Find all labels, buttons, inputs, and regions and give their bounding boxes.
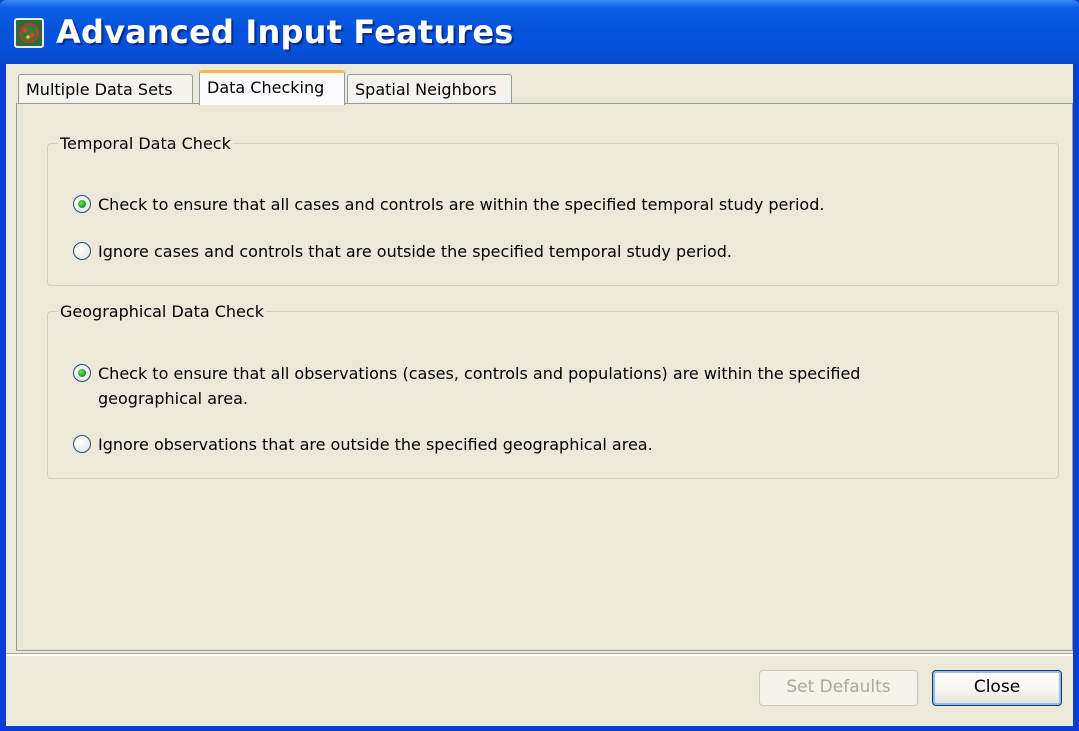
radio-unselected-icon[interactable] [73, 435, 91, 453]
geographical-data-check-group: Geographical Data Check Check to ensure … [47, 302, 1059, 479]
set-defaults-button[interactable]: Set Defaults [759, 670, 918, 706]
close-button[interactable]: Close [932, 670, 1062, 706]
tab-data-checking[interactable]: Data Checking [199, 70, 345, 105]
geographical-ignore-radio-option[interactable]: Ignore observations that are outside the… [73, 432, 653, 457]
app-icon[interactable] [14, 18, 44, 48]
temporal-check-label: Check to ensure that all cases and contr… [98, 195, 825, 214]
temporal-check-radio-option[interactable]: Check to ensure that all cases and contr… [73, 192, 824, 217]
tab-multiple-data-sets[interactable]: Multiple Data Sets [18, 74, 193, 104]
tab-panel-data-checking: Temporal Data Check Check to ensure that… [16, 103, 1073, 651]
tab-spatial-neighbors[interactable]: Spatial Neighbors [347, 74, 512, 104]
geographical-check-label: Check to ensure that all observations (c… [98, 364, 861, 408]
temporal-group-legend: Temporal Data Check [60, 134, 231, 153]
radio-selected-icon[interactable] [73, 195, 91, 213]
geographical-group-legend: Geographical Data Check [60, 302, 264, 321]
button-area-separator [6, 653, 1073, 656]
title-bar[interactable]: Advanced Input Features [0, 0, 1079, 64]
radio-selected-icon[interactable] [73, 364, 91, 382]
window-title: Advanced Input Features [56, 13, 514, 51]
temporal-ignore-radio-option[interactable]: Ignore cases and controls that are outsi… [73, 239, 732, 264]
temporal-ignore-label: Ignore cases and controls that are outsi… [98, 242, 733, 261]
geographical-ignore-label: Ignore observations that are outside the… [98, 435, 653, 454]
temporal-data-check-group: Temporal Data Check Check to ensure that… [47, 134, 1059, 286]
geographical-check-radio-option[interactable]: Check to ensure that all observations (c… [73, 361, 860, 411]
dialog-window: Advanced Input Features Multiple Data Se… [0, 0, 1079, 731]
radio-unselected-icon[interactable] [73, 242, 91, 260]
